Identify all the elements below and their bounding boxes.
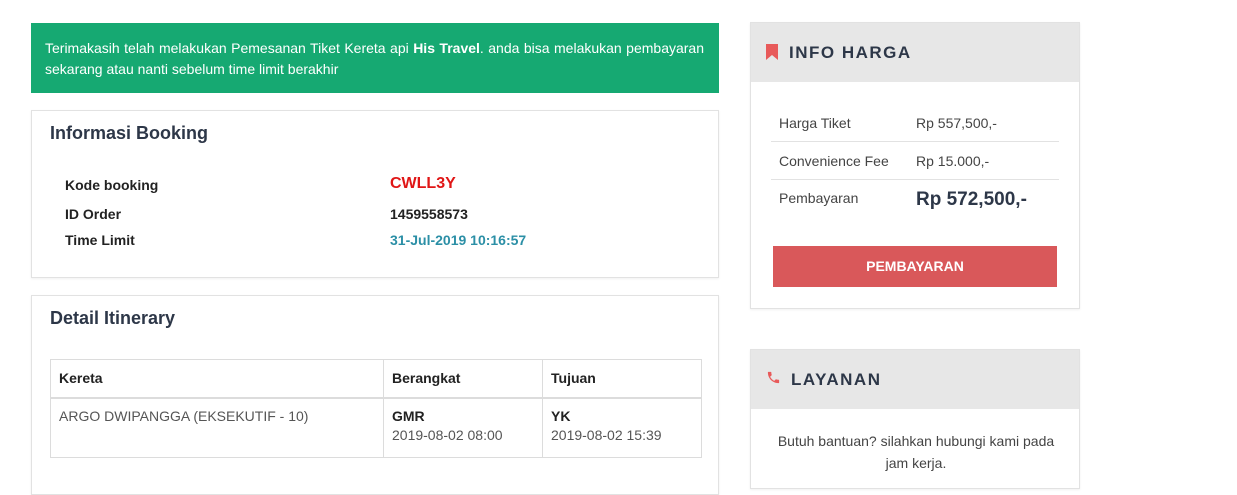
price-label: Harga Tiket <box>779 114 851 131</box>
success-alert: Terimakasih telah melakukan Pemesanan Ti… <box>31 23 719 93</box>
depart-cell: GMR 2019-08-02 08:00 <box>383 397 543 458</box>
booking-card-title: Informasi Booking <box>50 123 209 143</box>
col-header-train: Kereta <box>50 359 384 399</box>
booking-info-card: Informasi Booking Kode booking CWLL3Y ID… <box>31 110 719 278</box>
price-value: Rp 15.000,- <box>916 152 990 169</box>
itinerary-card-title: Detail Itinerary <box>50 308 176 328</box>
price-row-total: Pembayaran Rp 572,500,- <box>771 180 1059 224</box>
arrive-station-code: YK <box>551 407 571 424</box>
booking-code-label: Kode booking <box>65 177 159 193</box>
price-label: Convenience Fee <box>779 152 889 169</box>
col-header-depart: Berangkat <box>383 359 543 399</box>
col-header-arrive: Tujuan <box>542 359 702 399</box>
price-info-header: INFO HARGA <box>751 23 1079 82</box>
arrive-cell: YK 2019-08-02 15:39 <box>542 397 702 458</box>
depart-station-code: GMR <box>392 407 425 424</box>
price-label: Pembayaran <box>779 190 859 206</box>
table-row: ARGO DWIPANGGA (EKSEKUTIF - 10) GMR 2019… <box>50 397 702 458</box>
itinerary-table: Kereta Berangkat Tujuan ARGO DWIPANGGA (… <box>50 359 702 458</box>
time-limit-value: 31-Jul-2019 10:16:57 <box>390 232 527 248</box>
service-description: Butuh bantuan? silahkan hubungi kami pad… <box>777 433 1055 471</box>
time-limit-label: Time Limit <box>65 232 135 248</box>
alert-text-before: Terimakasih telah melakukan Pemesanan Ti… <box>45 40 414 56</box>
bookmark-icon <box>766 44 778 65</box>
total-price-value: Rp 572,500,- <box>916 189 1027 210</box>
order-id-value: 1459558573 <box>390 206 468 222</box>
payment-button[interactable]: PEMBAYARAN <box>773 246 1057 287</box>
price-list: Harga Tiket Rp 557,500,- Convenience Fee… <box>771 104 1059 224</box>
order-id-label: ID Order <box>65 206 122 222</box>
depart-datetime: 2019-08-02 08:00 <box>392 426 503 443</box>
price-row-fee: Convenience Fee Rp 15.000,- <box>771 142 1059 180</box>
alert-brand: His Travel <box>413 40 480 56</box>
arrive-datetime: 2019-08-02 15:39 <box>551 426 662 443</box>
service-card: LAYANAN Butuh bantuan? silahkan hubungi … <box>750 349 1080 489</box>
itinerary-card: Detail Itinerary Kereta Berangkat Tujuan… <box>31 295 719 495</box>
service-header: LAYANAN <box>751 350 1079 409</box>
booking-code-value: CWLL3Y <box>390 175 456 192</box>
table-header-row: Kereta Berangkat Tujuan <box>50 359 702 399</box>
phone-icon <box>766 370 781 390</box>
price-value: Rp 557,500,- <box>916 114 997 131</box>
price-info-card: INFO HARGA Harga Tiket Rp 557,500,- Conv… <box>750 22 1080 309</box>
train-name-cell: ARGO DWIPANGGA (EKSEKUTIF - 10) <box>50 397 384 458</box>
service-title: LAYANAN <box>791 370 882 389</box>
price-info-title: INFO HARGA <box>789 43 912 62</box>
price-row-ticket: Harga Tiket Rp 557,500,- <box>771 104 1059 142</box>
